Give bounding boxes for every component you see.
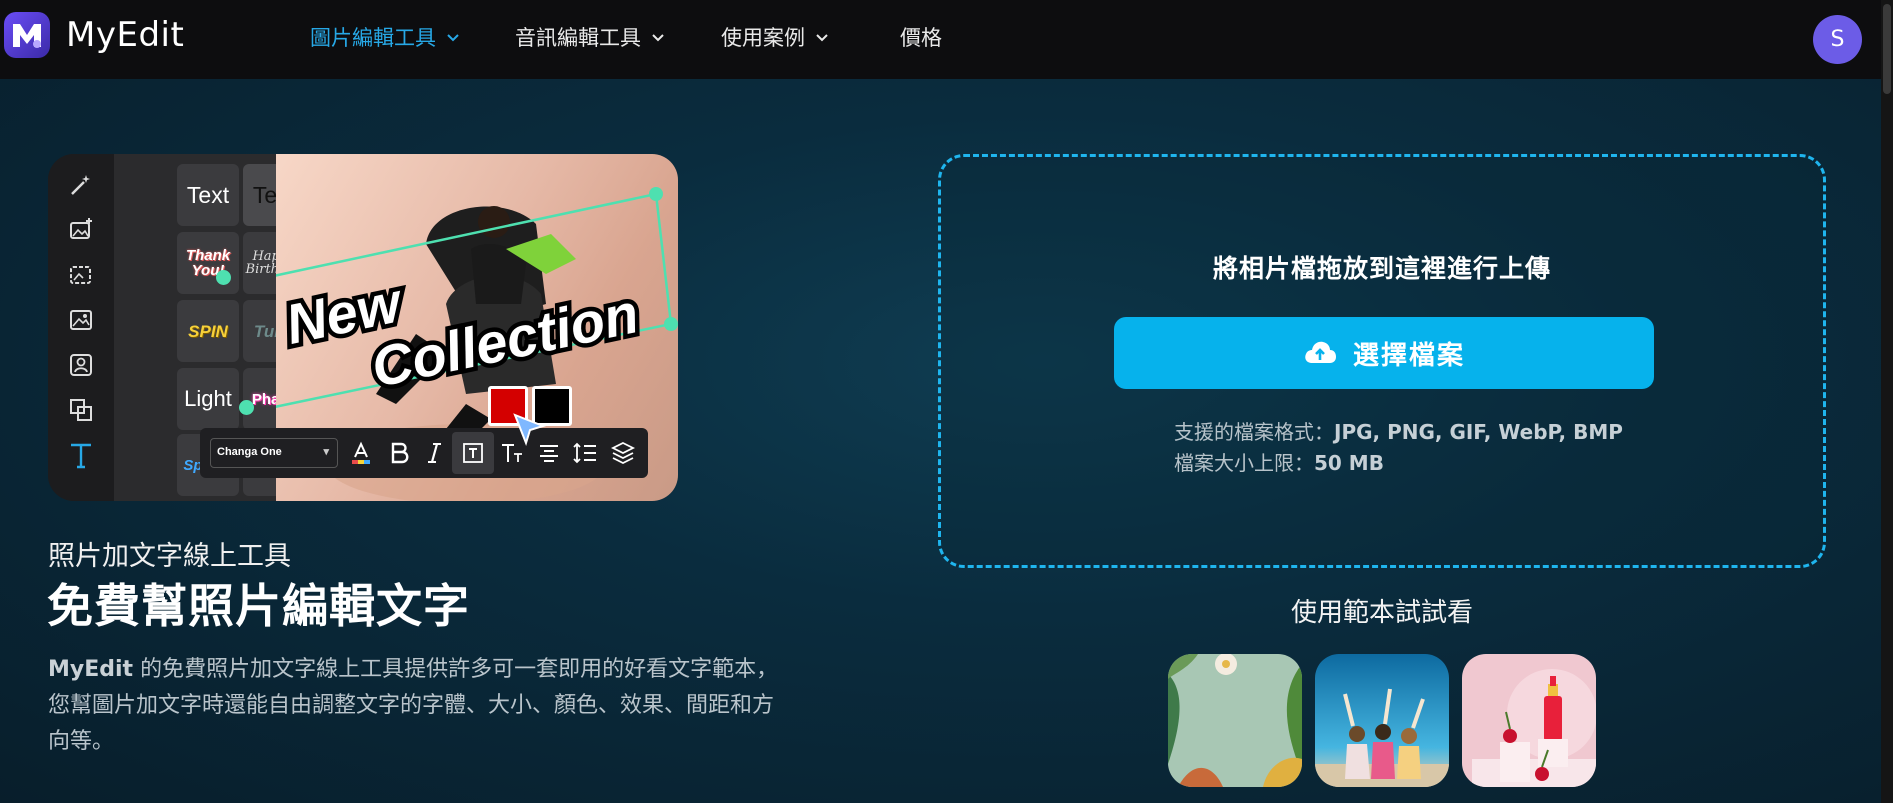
text-box-icon[interactable] bbox=[460, 440, 486, 466]
scrollbar[interactable] bbox=[1881, 0, 1893, 803]
template-tile[interactable]: Text bbox=[177, 164, 239, 226]
template-thumbnail-friends[interactable] bbox=[1315, 654, 1449, 787]
page-description: MyEdit 的免費照片加文字線上工具提供許多可一套即用的好看文字範本， 您幫圖… bbox=[48, 652, 848, 760]
text-toolbar: Changa One bbox=[200, 428, 648, 478]
image-add-icon bbox=[70, 218, 92, 239]
chevron-down-icon bbox=[447, 34, 459, 42]
nav-pricing-label: 價格 bbox=[900, 26, 942, 50]
friends-beach-image bbox=[1315, 654, 1449, 787]
text-tool-icon bbox=[71, 443, 91, 469]
page-subtitle: 照片加文字線上工具 bbox=[48, 541, 291, 572]
hero-preview: Text Text Thank You! Happy Birthday SPIN… bbox=[48, 154, 678, 501]
formats-value: JPG, PNG, GIF, WebP, BMP bbox=[1334, 420, 1623, 444]
italic-icon[interactable] bbox=[422, 440, 448, 466]
nav-use-cases-label: 使用案例 bbox=[721, 26, 805, 50]
resize-handle[interactable] bbox=[216, 270, 231, 285]
desc-brand: MyEdit bbox=[48, 657, 134, 682]
desc-line-1: 的免費照片加文字線上工具提供許多可一套即用的好看文字範本， bbox=[133, 657, 779, 682]
nav-audio-tools-label: 音訊編輯工具 bbox=[515, 26, 641, 50]
desc-line-3: 向等。 bbox=[48, 729, 115, 754]
templates-title: 使用範本試試看 bbox=[1290, 598, 1473, 628]
line-spacing-icon[interactable] bbox=[572, 440, 598, 466]
upload-dropzone[interactable]: 將相片檔拖放到這裡進行上傳 選擇檔案 支援的檔案格式：JPG, PNG, GIF… bbox=[938, 154, 1826, 568]
formats-label: 支援的檔案格式： bbox=[1174, 420, 1334, 444]
layer-order-icon[interactable] bbox=[610, 440, 636, 466]
floral-frame-image bbox=[1168, 654, 1302, 787]
image-icon bbox=[70, 310, 92, 330]
page-title: 免費幫照片編輯文字 bbox=[47, 579, 470, 633]
chevron-down-icon bbox=[816, 34, 828, 42]
nav-image-tools[interactable]: 圖片編輯工具 bbox=[310, 22, 460, 52]
layers-icon bbox=[70, 399, 92, 421]
text-color-icon[interactable] bbox=[348, 440, 374, 466]
portrait-icon bbox=[70, 354, 92, 376]
scrollbar-thumb[interactable] bbox=[1883, 4, 1891, 94]
choose-file-label: 選擇檔案 bbox=[1352, 340, 1465, 371]
chevron-down-icon bbox=[652, 34, 664, 42]
cloud-upload-icon bbox=[1305, 341, 1336, 363]
bold-icon[interactable] bbox=[386, 440, 412, 466]
nav-pricing[interactable]: 價格 bbox=[900, 22, 942, 52]
logo-text: MyEdit bbox=[66, 15, 185, 55]
myedit-logo-icon bbox=[4, 12, 50, 58]
desc-line-2: 您幫圖片加文字時還能自由調整文字的字體、大小、顏色、效果、間距和方 bbox=[48, 693, 775, 718]
user-avatar[interactable]: S bbox=[1813, 15, 1862, 64]
preview-sidebar bbox=[48, 154, 114, 501]
size-value: 50 MB bbox=[1314, 451, 1384, 475]
magic-wand-icon bbox=[71, 175, 90, 195]
logo[interactable]: MyEdit bbox=[4, 12, 184, 58]
cursor-icon bbox=[513, 413, 546, 446]
nav-use-cases[interactable]: 使用案例 bbox=[721, 22, 829, 52]
template-thumbnail-product[interactable] bbox=[1462, 654, 1596, 787]
size-label: 檔案大小上限： bbox=[1174, 451, 1314, 475]
image-enhance-icon bbox=[70, 266, 91, 284]
product-cherry-image bbox=[1462, 654, 1596, 787]
upload-constraints: 支援的檔案格式：JPG, PNG, GIF, WebP, BMP 檔案大小上限：… bbox=[1174, 417, 1623, 479]
drop-instructions: 將相片檔拖放到這裡進行上傳 bbox=[1212, 254, 1551, 283]
template-tile[interactable]: Light bbox=[177, 368, 239, 430]
template-tile[interactable]: SPIN bbox=[177, 300, 239, 362]
nav-audio-tools[interactable]: 音訊編輯工具 bbox=[515, 22, 665, 52]
choose-file-button[interactable]: 選擇檔案 bbox=[1114, 317, 1654, 389]
nav-image-tools-label: 圖片編輯工具 bbox=[310, 26, 436, 50]
top-nav: MyEdit 圖片編輯工具 音訊編輯工具 使用案例 價格 S bbox=[0, 0, 1893, 79]
template-thumbnail-floral[interactable] bbox=[1168, 654, 1302, 787]
template-tile[interactable]: Thank You! bbox=[177, 232, 239, 294]
font-select[interactable]: Changa One bbox=[210, 438, 338, 468]
resize-handle[interactable] bbox=[239, 400, 254, 415]
